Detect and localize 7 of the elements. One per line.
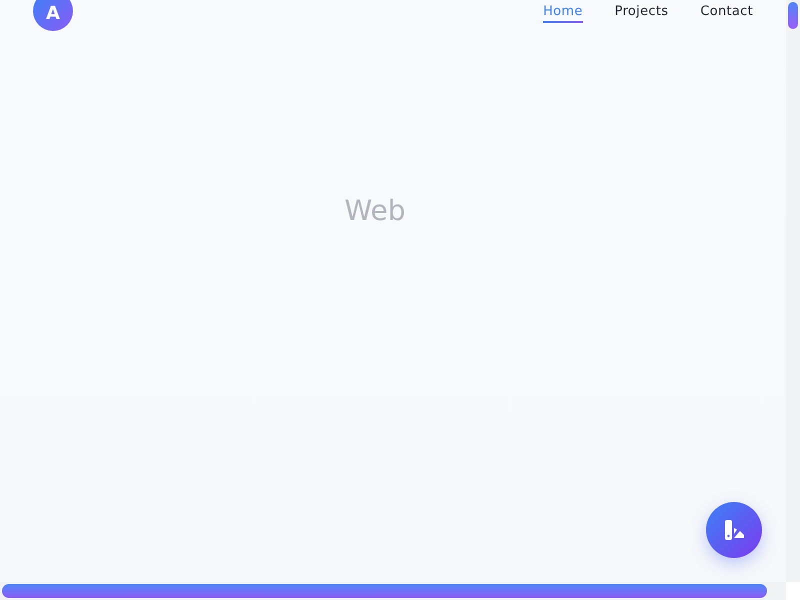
horizontal-scrollbar[interactable] (0, 582, 786, 600)
nav-link[interactable]: Projects (614, 4, 668, 22)
nav-link[interactable]: Contact (700, 4, 753, 22)
hero-text: Web (344, 194, 406, 228)
palette-icon (723, 519, 745, 541)
logo-badge[interactable]: A (33, 0, 73, 31)
vertical-scrollbar[interactable] (786, 0, 800, 582)
